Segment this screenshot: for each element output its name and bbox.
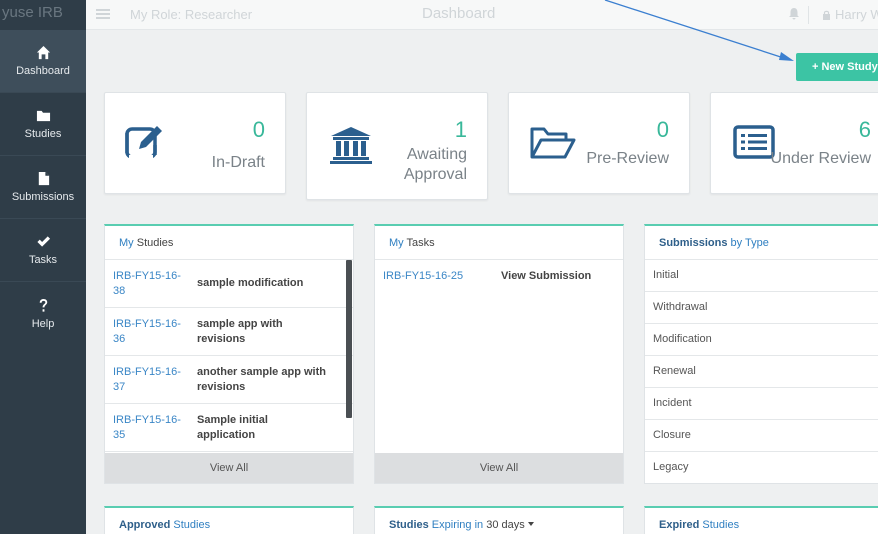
user-name: Harry W [835, 7, 878, 22]
sidebar-item-dashboard[interactable]: Dashboard [0, 30, 86, 93]
awaiting-approval-label-line1: Awaiting [406, 146, 467, 163]
brand-logo: yuse IRB [2, 4, 63, 21]
submission-type-renewal[interactable]: Renewal [645, 356, 878, 388]
sidebar-item-label: Help [31, 317, 55, 330]
under-review-count: 6 [858, 117, 871, 142]
task-study-id-link[interactable]: IRB-FY15-16-25 [383, 270, 501, 282]
table-row[interactable]: IRB-FY15-16- 35 Sample initial applicatio… [105, 404, 353, 452]
stat-card-in-draft[interactable]: 0 In-Draft [104, 92, 286, 194]
page-title: Dashboard [422, 5, 496, 22]
study-id-link[interactable]: IRB-FY15-16- 35 [113, 413, 197, 443]
approved-studies-panel: Approved Studies [104, 506, 354, 534]
in-draft-count: 0 [252, 117, 265, 142]
home-icon [36, 45, 50, 60]
sidebar-item-tasks[interactable]: Tasks [0, 219, 86, 282]
folder-open-icon [529, 125, 577, 161]
table-row[interactable]: IRB-FY15-16- 36 sample app with revisions [105, 308, 353, 356]
check-icon [36, 236, 50, 247]
pre-review-label: Pre-Review [586, 150, 669, 167]
study-id-link[interactable]: IRB-FY15-16- 38 [113, 269, 197, 299]
institution-icon [329, 125, 373, 165]
new-study-button[interactable]: + New Study [796, 53, 878, 81]
awaiting-approval-count: 1 [454, 117, 467, 142]
panel-header: My Studies [105, 226, 353, 260]
sidebar-item-label: Submissions [11, 191, 75, 203]
expiring-range-select[interactable]: 30 days [486, 519, 534, 531]
under-review-label: Under Review [770, 150, 871, 167]
sidebar-item-help[interactable]: Help [0, 282, 86, 345]
folder-icon [36, 110, 50, 122]
edit-icon [125, 123, 167, 161]
panel-header: Approved Studies [105, 508, 353, 534]
stat-card-under-review[interactable]: 6 Under Review [710, 92, 878, 194]
list-icon [733, 125, 775, 159]
view-all-studies-button[interactable]: View All [105, 453, 353, 483]
my-studies-panel: My Studies IRB-FY15-16- 38 sample modific… [104, 224, 354, 484]
pre-review-count: 0 [656, 117, 669, 142]
sidebar-item-submissions[interactable]: Submissions [0, 156, 86, 219]
in-draft-label: In-Draft [211, 154, 265, 171]
study-id-link[interactable]: IRB-FY15-16- 36 [113, 317, 197, 347]
top-bar: My Role: Researcher Dashboard Harry W [86, 0, 878, 30]
stat-card-awaiting-approval[interactable]: 1 Awaiting Approval [306, 92, 488, 200]
awaiting-approval-label-line2: Approval [403, 166, 467, 183]
panel-header: Expired Studies [645, 508, 878, 534]
sidebar-item-label: Studies [24, 128, 62, 140]
submission-type-modification[interactable]: Modification [645, 324, 878, 356]
user-menu[interactable]: Harry W [822, 7, 878, 22]
studies-expiring-panel: Studies Expiring in 30 days [374, 506, 624, 534]
lock-icon [823, 10, 830, 20]
list-item[interactable]: IRB-FY15-16-25 View Submission [375, 260, 623, 282]
study-name: sample app with revisions [197, 317, 283, 345]
study-id-link[interactable]: IRB-FY15-16- 37 [113, 365, 197, 395]
submission-type-legacy[interactable]: Legacy [645, 452, 878, 484]
sidebar-item-label: Tasks [28, 254, 58, 266]
sidebar-item-label: Dashboard [16, 65, 70, 77]
question-icon [39, 298, 47, 312]
topbar-divider [808, 6, 809, 24]
sidebar-item-studies[interactable]: Studies [0, 93, 86, 156]
panel-header: Studies Expiring in 30 days [375, 508, 623, 534]
caret-down-icon [527, 522, 534, 526]
submission-type-withdrawal[interactable]: Withdrawal [645, 292, 878, 324]
table-row[interactable]: IRB-FY15-16- 38 sample modification [105, 260, 353, 308]
expired-studies-panel: Expired Studies [644, 506, 878, 534]
study-name: another sample app with revisions [197, 365, 326, 393]
study-name: Sample initial application [197, 413, 268, 441]
submission-type-incident[interactable]: Incident [645, 388, 878, 420]
view-submission-link[interactable]: View Submission [501, 270, 591, 282]
stat-card-pre-review[interactable]: 0 Pre-Review [508, 92, 690, 194]
panel-header: Submissions by Type [645, 226, 878, 260]
scrollbar[interactable] [346, 260, 352, 418]
my-tasks-panel: My Tasks IRB-FY15-16-25 View Submission … [374, 224, 624, 484]
sidebar: yuse IRB Dashboard Studies Submissions T… [0, 0, 86, 534]
view-all-tasks-button[interactable]: View All [375, 453, 623, 483]
user-role[interactable]: My Role: Researcher [130, 7, 252, 22]
submission-type-closure[interactable]: Closure [645, 420, 878, 452]
study-name: sample modification [197, 277, 304, 289]
file-icon [38, 171, 49, 186]
panel-header: My Tasks [375, 226, 623, 260]
submissions-by-type-panel: Submissions by Type Initial Withdrawal M… [644, 224, 878, 484]
submission-type-initial[interactable]: Initial [645, 260, 878, 292]
table-row[interactable]: IRB-FY15-16- 37 another sample app with re… [105, 356, 353, 404]
bell-icon[interactable] [788, 7, 800, 20]
hamburger-menu-icon[interactable] [96, 7, 110, 21]
